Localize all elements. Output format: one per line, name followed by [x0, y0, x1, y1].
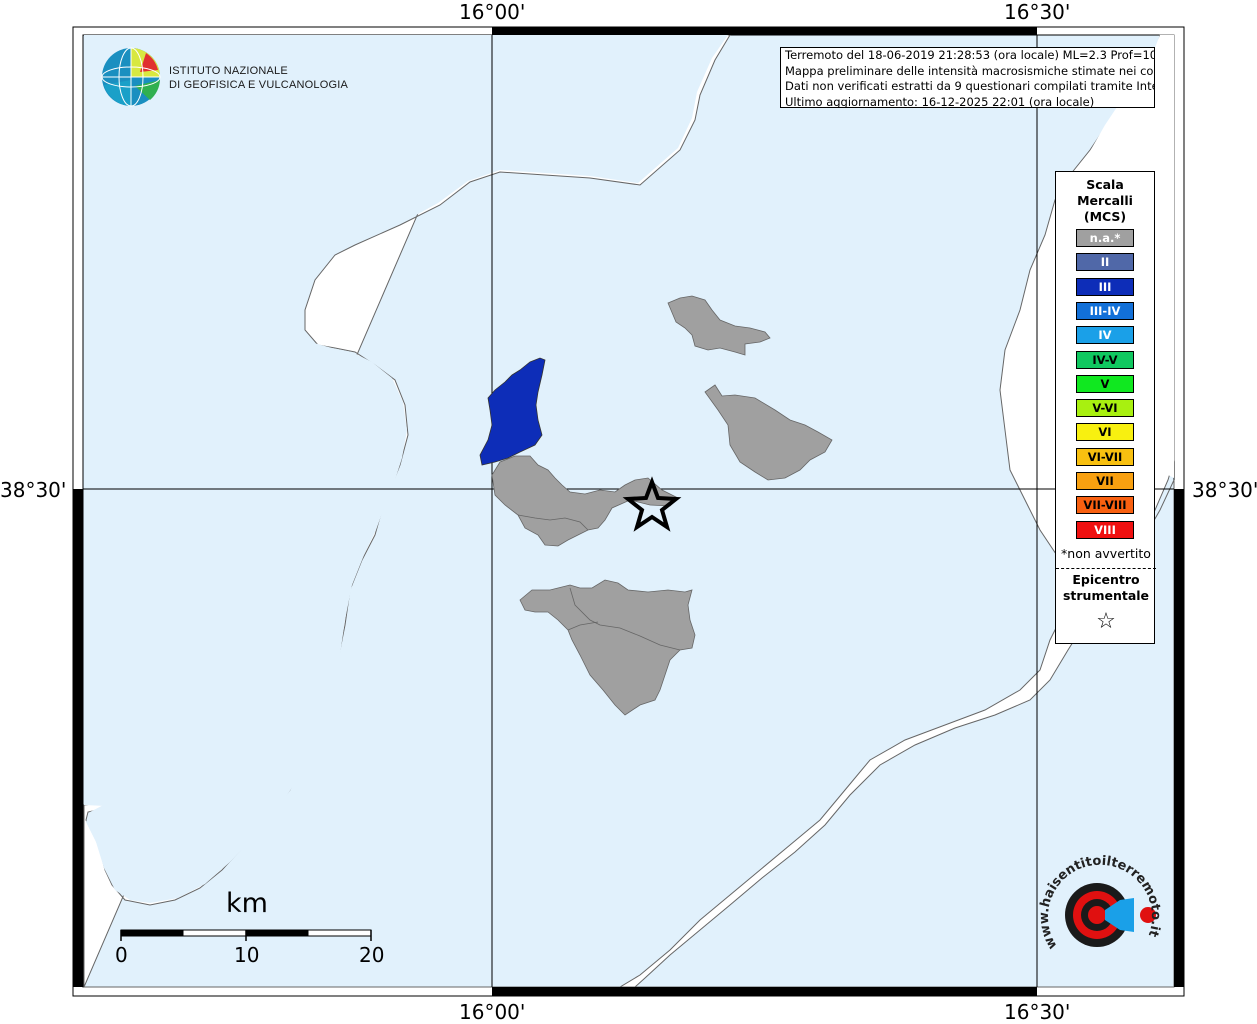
legend-item: II	[1076, 253, 1134, 272]
frame-bar-top	[492, 27, 1037, 35]
legend-title-line2: Mercalli	[1077, 193, 1133, 208]
scale-unit: km	[226, 888, 268, 919]
legend-separator	[1056, 568, 1156, 569]
info-line1: Terremoto del 18-06-2019 21:28:53 (ora l…	[785, 48, 1155, 62]
ingv-logo-text: ISTITUTO NAZIONALE DI GEOFISICA E VULCAN…	[169, 64, 348, 92]
legend-title: Scala Mercalli (MCS)	[1056, 177, 1154, 225]
frame-bar-left	[73, 489, 83, 987]
info-line4: Ultimo aggiornamento: 16-12-2025 22:01 (…	[785, 94, 1095, 108]
mcs-legend: Scala Mercalli (MCS) n.a.* II III III-IV IV I…	[1055, 171, 1156, 644]
legend-item: V-VI	[1076, 399, 1134, 418]
scale-tick-0: 0	[115, 943, 128, 967]
info-line3: Dati non verificati estratti da 9 questi…	[785, 79, 1155, 93]
frame-bar-bottom	[492, 987, 1037, 996]
info-line2: Mappa preliminare delle intensità macros…	[785, 63, 1155, 78]
legend-title-line3: (MCS)	[1083, 209, 1127, 224]
ingv-line2: DI GEOFISICA E VULCANOLOGIA	[169, 79, 348, 91]
frame-bar-right	[1174, 489, 1184, 987]
legend-epicenter-label: Epicentro strumentale	[1056, 572, 1156, 604]
legend-item: VI-VII	[1076, 447, 1134, 466]
legend-item: IV	[1076, 326, 1134, 345]
legend-item: III-IV	[1076, 301, 1134, 320]
ingv-globe-logo	[101, 47, 161, 107]
scale-tick-10: 10	[234, 943, 260, 967]
legend-item: III	[1076, 277, 1134, 296]
scale-tick-20: 20	[359, 943, 385, 967]
lon-label-top-16-00: 16°00'	[459, 0, 526, 24]
legend-item: VII-VIII	[1076, 496, 1134, 515]
lat-label-right-38-30: 38°30'	[1192, 478, 1257, 502]
legend-title-line1: Scala	[1086, 177, 1124, 192]
legend-item: IV-V	[1076, 350, 1134, 369]
legend-note: *non avvertito	[1061, 546, 1151, 561]
legend-epicenter-line2: strumentale	[1062, 588, 1150, 603]
legend-item: VIII	[1076, 520, 1134, 539]
earthquake-info-box: Terremoto del 18-06-2019 21:28:53 (ora l…	[780, 47, 1155, 108]
legend-star-icon: ☆	[1096, 609, 1116, 634]
lat-label-left-38-30: 38°30'	[0, 478, 67, 502]
legend-epicenter-line1: Epicentro	[1072, 572, 1140, 587]
lon-label-top-16-30: 16°30'	[1004, 0, 1071, 24]
legend-item: VI	[1076, 423, 1134, 442]
legend-item: n.a.*	[1076, 229, 1134, 247]
lon-label-bottom-16-30: 16°30'	[1004, 1000, 1071, 1024]
legend-item: V	[1076, 374, 1134, 393]
ingv-line1: ISTITUTO NAZIONALE	[169, 65, 288, 77]
lon-label-bottom-16-00: 16°00'	[459, 1000, 526, 1024]
legend-item: VII	[1076, 472, 1134, 490]
